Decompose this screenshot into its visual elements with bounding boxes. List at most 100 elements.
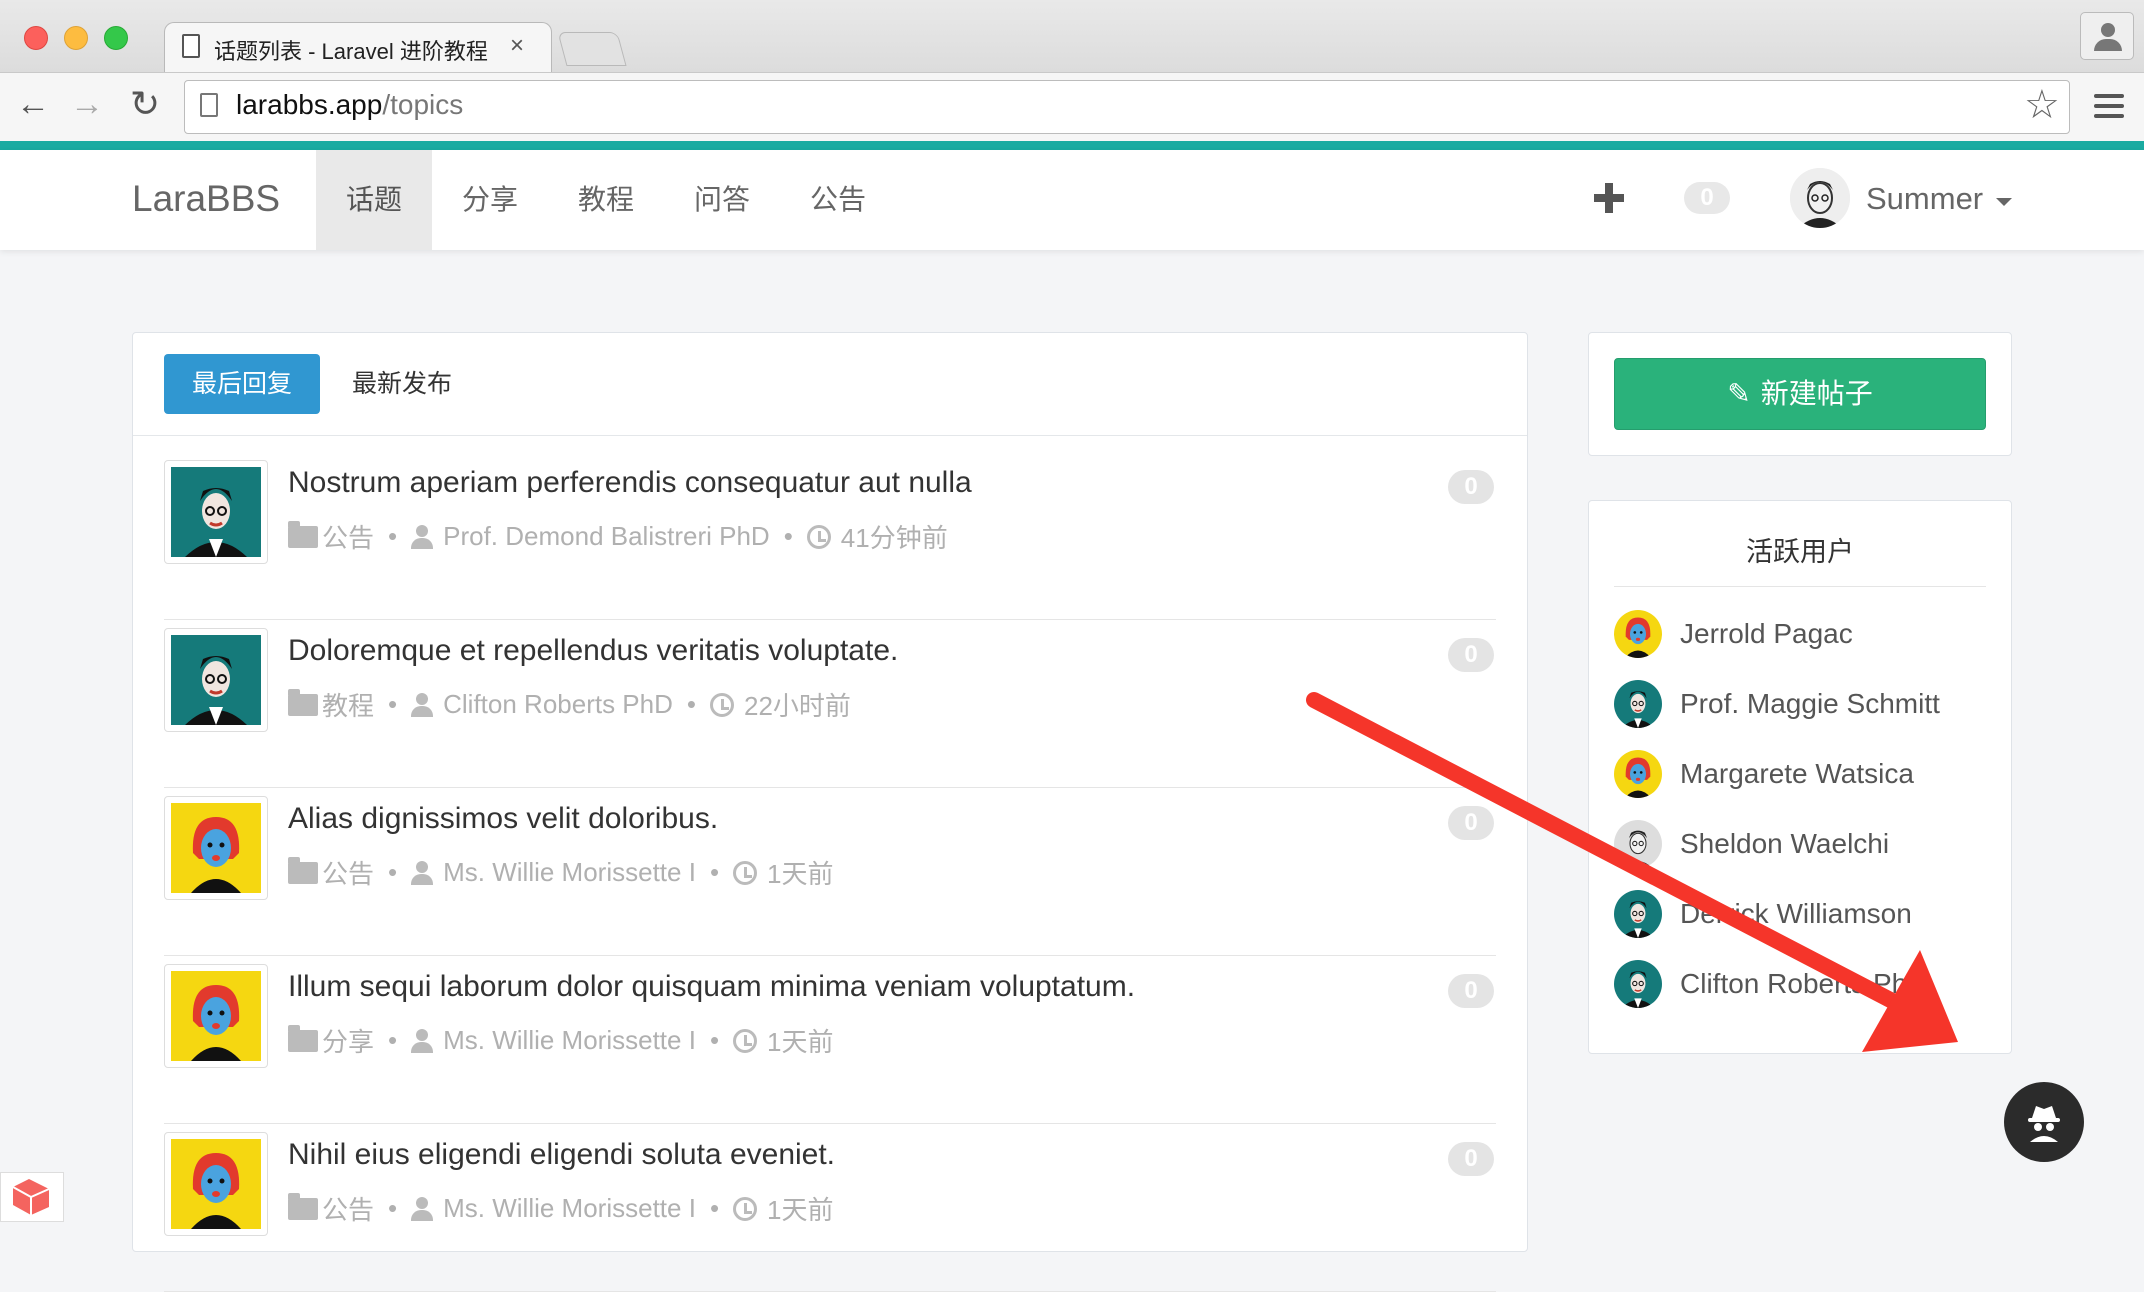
brand-logo[interactable]: LaraBBS xyxy=(132,178,280,220)
reload-icon[interactable]: ↻ xyxy=(130,84,160,124)
active-user-item[interactable]: Clifton Roberts PhD xyxy=(1614,960,1986,1014)
browser-menu-icon[interactable] xyxy=(2094,94,2124,118)
separator-dot: • xyxy=(388,857,398,887)
tab-recent-reply[interactable]: 最后回复 xyxy=(164,354,320,414)
avatar[interactable] xyxy=(1614,750,1662,798)
topic-title-link[interactable]: Nihil eius eligendi eligendi soluta even… xyxy=(288,1138,835,1172)
active-user-name[interactable]: Derrick Williamson xyxy=(1680,898,1912,930)
window-minimize-button[interactable] xyxy=(64,26,88,50)
topic-title-link[interactable]: Illum sequi laborum dolor quisquam minim… xyxy=(288,970,1135,1004)
avatar[interactable] xyxy=(1790,168,1850,228)
topic-item[interactable]: Nihil eius eligendi eligendi soluta even… xyxy=(164,1132,1496,1292)
spy-icon xyxy=(2028,1106,2060,1142)
topic-author[interactable]: Ms. Willie Morissette I xyxy=(443,857,696,888)
topics-panel-header xyxy=(133,333,1527,436)
user-icon xyxy=(411,524,434,549)
active-user-item[interactable]: Margarete Watsica xyxy=(1614,750,1986,804)
topic-author[interactable]: Ms. Willie Morissette I xyxy=(443,1025,696,1056)
active-user-item[interactable]: Prof. Maggie Schmitt xyxy=(1614,680,1986,734)
address-bar[interactable] xyxy=(184,80,2070,134)
reply-count-badge[interactable]: 0 xyxy=(1448,974,1494,1008)
topic-time: 1天前 xyxy=(767,1195,834,1225)
reply-count-badge[interactable]: 0 xyxy=(1448,806,1494,840)
avatar[interactable] xyxy=(164,796,268,900)
reply-count-badge[interactable]: 0 xyxy=(1448,1142,1494,1176)
avatar[interactable] xyxy=(1614,960,1662,1008)
folder-icon xyxy=(288,688,318,716)
topic-category[interactable]: 公告 xyxy=(322,518,374,555)
nav-qa[interactable]: 问答 xyxy=(664,150,780,250)
clock-icon xyxy=(733,860,758,885)
notification-badge[interactable]: 0 xyxy=(1684,182,1730,214)
active-user-name[interactable]: Sheldon Waelchi xyxy=(1680,828,1889,860)
nav-topics[interactable]: 话题 xyxy=(316,150,432,250)
window-maximize-button[interactable] xyxy=(104,26,128,50)
active-users-title: 活跃用户 xyxy=(1746,537,1854,567)
laravel-icon[interactable] xyxy=(0,1172,64,1222)
accent-bar xyxy=(0,141,2144,150)
reply-count-badge[interactable]: 0 xyxy=(1448,638,1494,672)
new-post-button[interactable]: ✎ 新建帖子 xyxy=(1614,358,1986,430)
topic-time: 1天前 xyxy=(767,859,834,889)
topic-meta: 公告 • Prof. Demond Balistreri PhD • 41分钟前 xyxy=(288,518,948,555)
tab-recent-post[interactable]: 最新发布 xyxy=(352,354,452,414)
topic-item[interactable]: Doloremque et repellendus veritatis volu… xyxy=(164,628,1496,788)
avatar[interactable] xyxy=(1614,820,1662,868)
clock-icon xyxy=(710,692,734,717)
topic-category[interactable]: 教程 xyxy=(322,686,374,723)
topic-author[interactable]: Ms. Willie Morissette I xyxy=(443,1193,696,1224)
window-close-button[interactable] xyxy=(24,26,48,50)
active-user-name[interactable]: Prof. Maggie Schmitt xyxy=(1680,688,1940,720)
debug-toolbar-button[interactable] xyxy=(2004,1082,2084,1162)
chevron-down-icon[interactable] xyxy=(1996,198,2012,206)
nav-tutorial[interactable]: 教程 xyxy=(548,150,664,250)
divider xyxy=(164,955,1496,956)
plus-icon[interactable] xyxy=(1594,183,1624,213)
topic-author[interactable]: Prof. Demond Balistreri PhD xyxy=(443,521,770,552)
clock-icon xyxy=(806,524,831,549)
topic-title-link[interactable]: Doloremque et repellendus veritatis volu… xyxy=(288,634,898,668)
reply-count-badge[interactable]: 0 xyxy=(1448,470,1494,504)
person-icon xyxy=(2101,23,2115,37)
topic-item[interactable]: Alias dignissimos velit doloribus. 公告 • … xyxy=(164,796,1496,956)
avatar[interactable] xyxy=(164,964,268,1068)
avatar[interactable] xyxy=(164,1132,268,1236)
divider xyxy=(164,1123,1496,1124)
browser-profile-button[interactable] xyxy=(2080,12,2134,60)
avatar[interactable] xyxy=(164,628,268,732)
separator-dot: • xyxy=(783,521,793,551)
topic-category[interactable]: 分享 xyxy=(322,1022,374,1059)
folder-icon xyxy=(288,856,318,884)
user-name[interactable]: Summer xyxy=(1866,181,1983,217)
topic-author[interactable]: Clifton Roberts PhD xyxy=(443,689,673,720)
back-arrow-icon[interactable]: ← xyxy=(16,84,50,124)
avatar[interactable] xyxy=(1614,890,1662,938)
avatar[interactable] xyxy=(164,460,268,564)
topic-title-link[interactable]: Alias dignissimos velit doloribus. xyxy=(288,802,718,836)
nav-share[interactable]: 分享 xyxy=(432,150,548,250)
tab-close-icon[interactable]: × xyxy=(510,32,524,60)
active-user-item[interactable]: Jerrold Pagac xyxy=(1614,610,1986,664)
avatar[interactable] xyxy=(1614,680,1662,728)
nav-announcement[interactable]: 公告 xyxy=(780,150,896,250)
topic-title-link[interactable]: Nostrum aperiam perferendis consequatur … xyxy=(288,466,972,500)
topic-category[interactable]: 公告 xyxy=(322,1190,374,1227)
active-user-name[interactable]: Margarete Watsica xyxy=(1680,758,1914,790)
topic-item[interactable]: Illum sequi laborum dolor quisquam minim… xyxy=(164,964,1496,1124)
bookmark-star-icon[interactable]: ☆ xyxy=(2024,82,2060,128)
topic-category[interactable]: 公告 xyxy=(322,854,374,891)
url-text[interactable]: larabbs.app/topics xyxy=(236,89,463,121)
divider xyxy=(1614,586,1986,587)
topic-time: 1天前 xyxy=(767,1027,834,1057)
avatar[interactable] xyxy=(1614,610,1662,658)
active-user-item[interactable]: Sheldon Waelchi xyxy=(1614,820,1986,874)
new-tab-button[interactable] xyxy=(557,32,627,66)
separator-dot: • xyxy=(709,1193,720,1223)
topic-meta: 教程 • Clifton Roberts PhD • 22小时前 xyxy=(288,686,851,723)
topic-item[interactable]: Nostrum aperiam perferendis consequatur … xyxy=(164,460,1496,620)
active-user-name[interactable]: Clifton Roberts PhD xyxy=(1680,968,1927,1000)
active-user-name[interactable]: Jerrold Pagac xyxy=(1680,618,1853,650)
page-icon xyxy=(182,34,200,58)
forward-arrow-icon[interactable]: → xyxy=(70,84,104,124)
active-user-item[interactable]: Derrick Williamson xyxy=(1614,890,1986,944)
